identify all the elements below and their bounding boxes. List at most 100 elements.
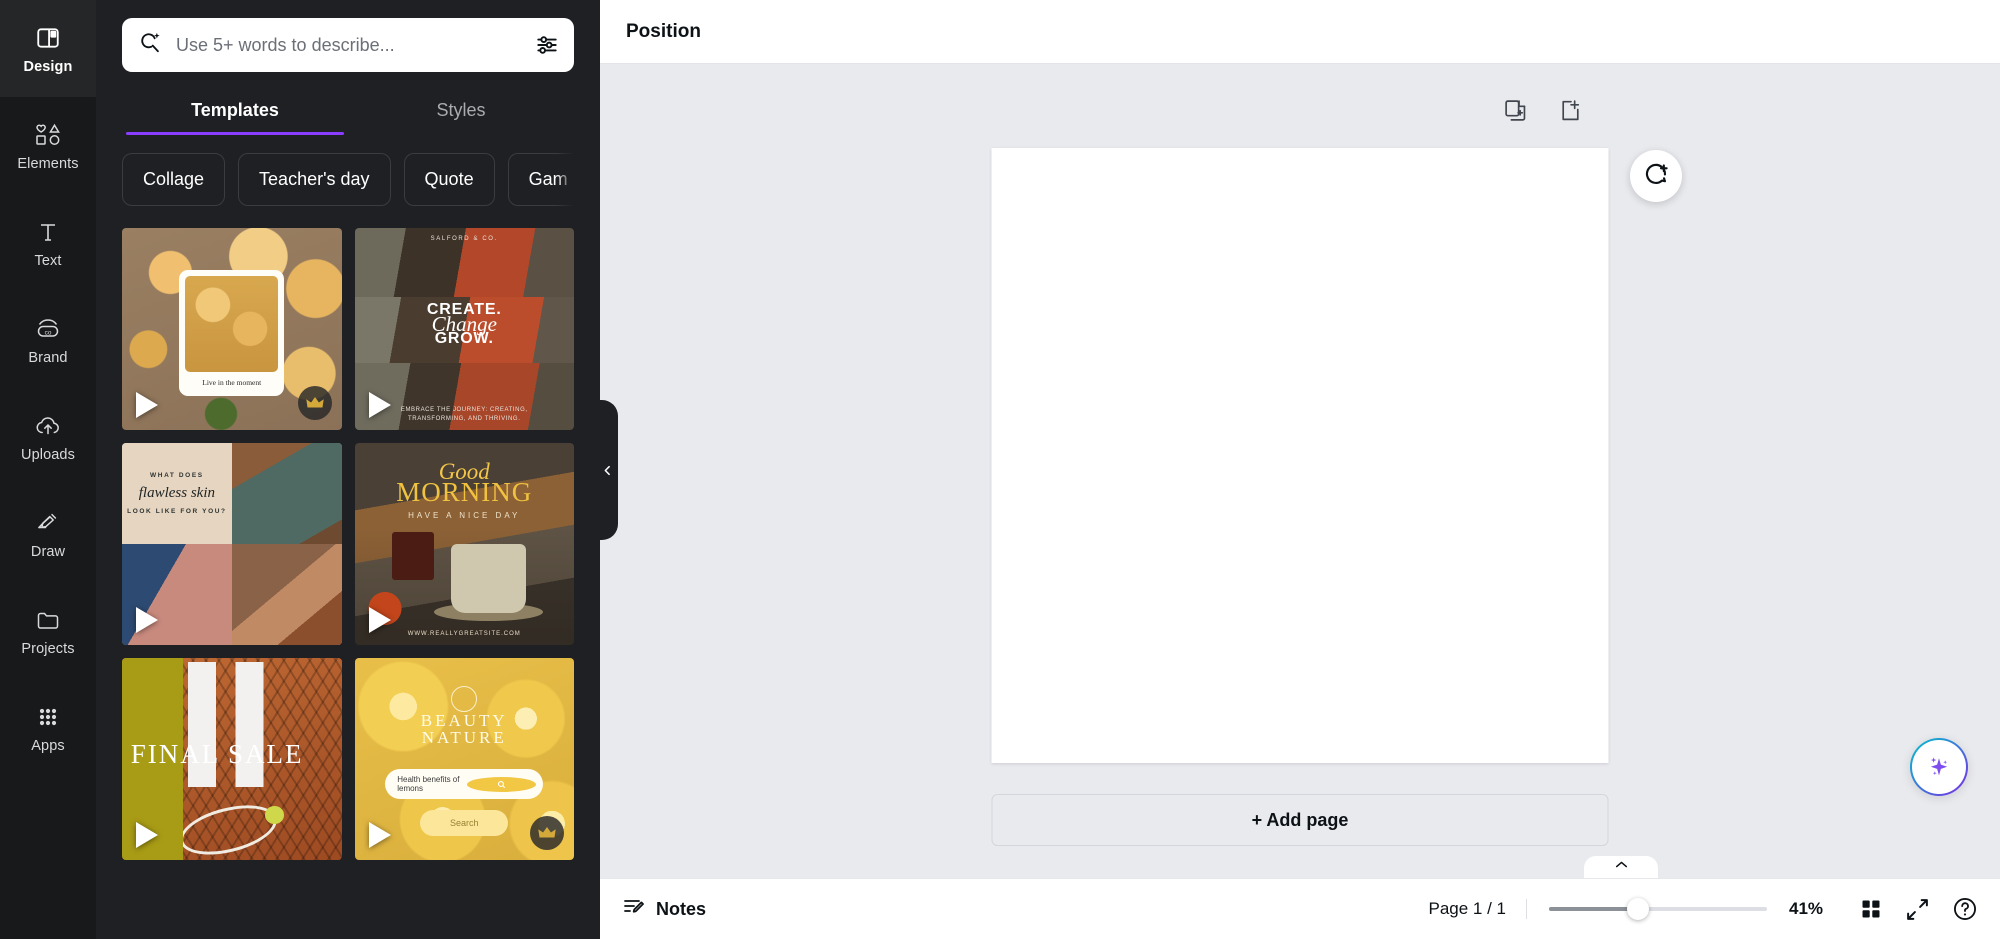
templates-panel: Templates Styles Collage Teacher's day Q… [96,0,600,939]
template-line3: HAVE A NICE DAY [408,511,521,521]
page-count: Page 1 / 1 [1428,899,1527,919]
shapes-icon [34,120,62,150]
chip-label: Quote [424,169,474,189]
rail-label-uploads: Uploads [21,446,75,463]
template-headline: CREATE. Change GROW. [355,301,575,348]
text-icon [36,217,60,247]
tab-templates-label: Templates [191,100,279,120]
add-page-button[interactable]: + Add page [991,794,1609,846]
template-card-flawless-skin[interactable]: WHAT DOES flawless skin LOOK LIKE FOR YO… [122,443,342,646]
tab-styles[interactable]: Styles [348,92,574,135]
canvas-area: Position + Add page [600,0,2000,939]
chips-next-button[interactable] [556,153,574,206]
design-page-1[interactable] [991,148,1609,763]
panel-tabs: Templates Styles [122,92,574,135]
rail-item-draw[interactable]: Draw [0,485,96,582]
rail-label-apps: Apps [31,737,65,754]
template-brand: SALFORD & CO. [430,236,498,243]
play-icon[interactable] [368,822,391,849]
play-icon[interactable] [368,607,391,634]
template-card-final-sale[interactable]: FINAL SALE [122,658,342,861]
rail-item-text[interactable]: Text [0,194,96,291]
template-line2: MORNING [396,477,533,508]
rail-item-design[interactable]: Design [0,0,96,111]
folder-icon [35,605,61,635]
search-input[interactable] [176,34,522,56]
template-quadrant-text: WHAT DOES flawless skin LOOK LIKE FOR YO… [122,443,232,545]
play-icon[interactable] [136,392,158,419]
rail-item-apps[interactable]: Apps [0,679,96,776]
chip-teachers-day[interactable]: Teacher's day [238,153,391,206]
bottom-bar: Notes Page 1 / 1 41% [600,878,2000,939]
pen-icon [35,508,61,538]
add-comment-icon[interactable] [1630,150,1682,202]
template-search-icon [466,776,537,792]
canvas-scroll-area[interactable]: + Add page [600,64,2000,878]
duplicate-page-icon[interactable] [1503,98,1528,123]
template-card-live-in-the-moment[interactable]: Live in the moment [122,228,342,431]
play-icon[interactable] [136,607,158,634]
notes-pencil-icon [622,895,646,924]
template-search-field: Health benefits of lemons [385,769,544,800]
template-card-beauty-nature[interactable]: BEAUTY NATURE Health benefits of lemons … [354,658,575,861]
grid-view-icon[interactable] [1859,897,1883,921]
templates-grid: Live in the moment SALFORD & CO. CREATE.… [122,228,575,861]
panel-collapse-handle[interactable] [596,400,618,540]
magic-sparkle-icon[interactable] [1910,738,1968,796]
template-search-button: Search [420,809,509,836]
add-page-icon[interactable] [1558,98,1583,123]
template-quadrant-photo [231,544,342,646]
rail-label-elements: Elements [17,155,79,172]
chevron-up-icon[interactable] [1584,856,1658,878]
template-logo-mark [451,686,478,713]
play-icon[interactable] [368,392,391,419]
play-icon[interactable] [136,822,158,849]
template-inner-card: Live in the moment [179,270,285,396]
template-cup [451,544,526,613]
expand-icon[interactable] [1905,897,1930,922]
template-kicker: WHAT DOES [150,472,204,480]
template-caption: Live in the moment [202,377,262,387]
chip-collage[interactable]: Collage [122,153,226,206]
magic-search-icon [138,30,164,61]
tab-templates[interactable]: Templates [122,92,348,135]
left-rail: Design Elements Text co Brand Uploads Dr… [0,0,96,939]
template-quadrant-photo [231,443,342,545]
canva-editor: Design Elements Text co Brand Uploads Dr… [0,0,2000,939]
chip-quote[interactable]: Quote [403,153,495,206]
sliders-icon[interactable] [534,32,560,58]
zoom-value: 41% [1789,899,1824,918]
rail-label-text: Text [34,252,62,269]
template-ball [264,805,285,824]
notes-label: Notes [656,898,707,919]
zoom-slider-knob[interactable] [1627,898,1650,920]
rail-label-design: Design [23,58,73,75]
zoom-slider[interactable] [1549,898,1767,920]
rail-item-uploads[interactable]: Uploads [0,388,96,485]
grid-apps-icon [36,702,60,732]
template-card-good-morning[interactable]: Good MORNING HAVE A NICE DAY WWW.REALLYG… [354,443,574,646]
bottom-bar-controls: Page 1 / 1 41% [1428,896,1978,922]
page-title: Position [626,20,701,42]
pro-crown-badge [530,816,564,851]
template-card-create-change-grow[interactable]: SALFORD & CO. CREATE. Change GROW. EMBRA… [354,228,575,431]
template-jar [391,531,434,581]
pro-crown-badge [297,386,332,421]
svg-text:co: co [45,329,52,336]
chip-label: Collage [143,169,205,189]
category-chips: Collage Teacher's day Quote Gam [122,153,574,206]
tab-styles-label: Styles [436,100,486,120]
rail-label-draw: Draw [30,543,66,560]
rail-label-brand: Brand [28,349,68,366]
notes-button[interactable]: Notes [622,895,706,924]
template-headline: BEAUTY NATURE [355,711,575,748]
search-bar[interactable] [122,18,574,72]
zoom-slider-fill [1549,907,1632,911]
rail-item-projects[interactable]: Projects [0,582,96,679]
rail-item-brand[interactable]: co Brand [0,291,96,388]
template-photo [185,276,279,372]
rail-item-elements[interactable]: Elements [0,97,96,194]
brand-icon: co [34,314,62,344]
template-line2: NATURE [421,727,507,747]
help-icon[interactable] [1952,896,1978,922]
